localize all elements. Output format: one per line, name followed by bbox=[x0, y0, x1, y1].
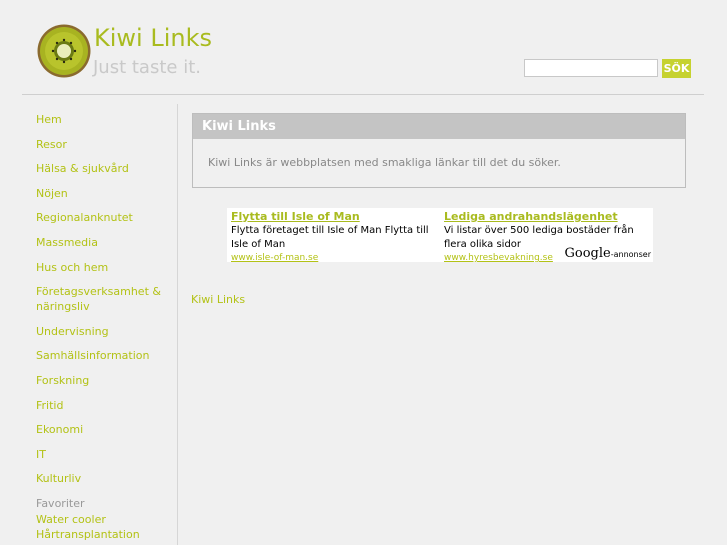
sidebar-divider bbox=[177, 104, 178, 545]
intro-box-title: Kiwi Links bbox=[193, 114, 685, 139]
nav-item-kulturliv[interactable]: Kulturliv bbox=[36, 471, 168, 486]
nav-item-samhalle[interactable]: Samhällsinformation bbox=[36, 348, 168, 363]
ad-item: Flytta till Isle of Man Flytta företaget… bbox=[231, 209, 436, 262]
nav-item-fritid[interactable]: Fritid bbox=[36, 398, 168, 413]
favorite-link[interactable]: Hårtransplantation bbox=[36, 527, 176, 543]
nav-item-it[interactable]: IT bbox=[36, 447, 168, 462]
site-title[interactable]: Kiwi Links bbox=[94, 24, 212, 52]
ad-description: Flytta företaget till Isle of Man Flytta… bbox=[231, 225, 429, 250]
intro-box-text: Kiwi Links är webbplatsen med smakliga l… bbox=[208, 156, 561, 169]
nav-item-hus-och-hem[interactable]: Hus och hem bbox=[36, 260, 168, 275]
google-ads-suffix: -annonser bbox=[610, 250, 651, 259]
favorite-link[interactable]: Water cooler bbox=[36, 512, 176, 528]
ad-title-link[interactable]: Flytta till Isle of Man bbox=[231, 209, 436, 224]
nav-item-nojen[interactable]: Nöjen bbox=[36, 186, 168, 201]
header-divider bbox=[22, 94, 704, 95]
nav-item-resor[interactable]: Resor bbox=[36, 137, 168, 152]
footer-link[interactable]: Kiwi Links bbox=[191, 293, 245, 306]
sidebar-nav: Hem Resor Hälsa & sjukvård Nöjen Regiona… bbox=[36, 112, 168, 496]
favorites-label: Favoriter bbox=[36, 497, 85, 510]
google-brand: Google bbox=[564, 246, 611, 261]
ad-block: Flytta till Isle of Man Flytta företaget… bbox=[227, 208, 653, 262]
google-ads-badge[interactable]: Google-annonser bbox=[565, 246, 652, 261]
nav-item-massmedia[interactable]: Massmedia bbox=[36, 235, 168, 250]
search-input[interactable] bbox=[524, 59, 658, 77]
kiwi-logo[interactable] bbox=[37, 24, 91, 78]
intro-box: Kiwi Links Kiwi Links är webbplatsen med… bbox=[192, 113, 686, 188]
search-button[interactable]: SÖK bbox=[662, 59, 691, 78]
nav-item-ekonomi[interactable]: Ekonomi bbox=[36, 422, 168, 437]
favorites-section: Favoriter Water cooler Hårtransplantatio… bbox=[36, 496, 176, 543]
nav-item-hem[interactable]: Hem bbox=[36, 112, 168, 127]
ad-title-link[interactable]: Lediga andrahandslägenhet bbox=[444, 209, 649, 224]
nav-item-undervisning[interactable]: Undervisning bbox=[36, 324, 168, 339]
ad-url-link[interactable]: www.isle-of-man.se bbox=[231, 252, 436, 262]
kiwi-logo-icon bbox=[37, 24, 91, 78]
nav-item-halsa[interactable]: Hälsa & sjukvård bbox=[36, 161, 168, 176]
nav-item-forskning[interactable]: Forskning bbox=[36, 373, 168, 388]
site-tagline: Just taste it. bbox=[93, 57, 201, 78]
nav-item-foretag[interactable]: Företagsverksamhet & näringsliv bbox=[36, 284, 168, 314]
nav-item-regional[interactable]: Regionalanknutet bbox=[36, 210, 168, 225]
